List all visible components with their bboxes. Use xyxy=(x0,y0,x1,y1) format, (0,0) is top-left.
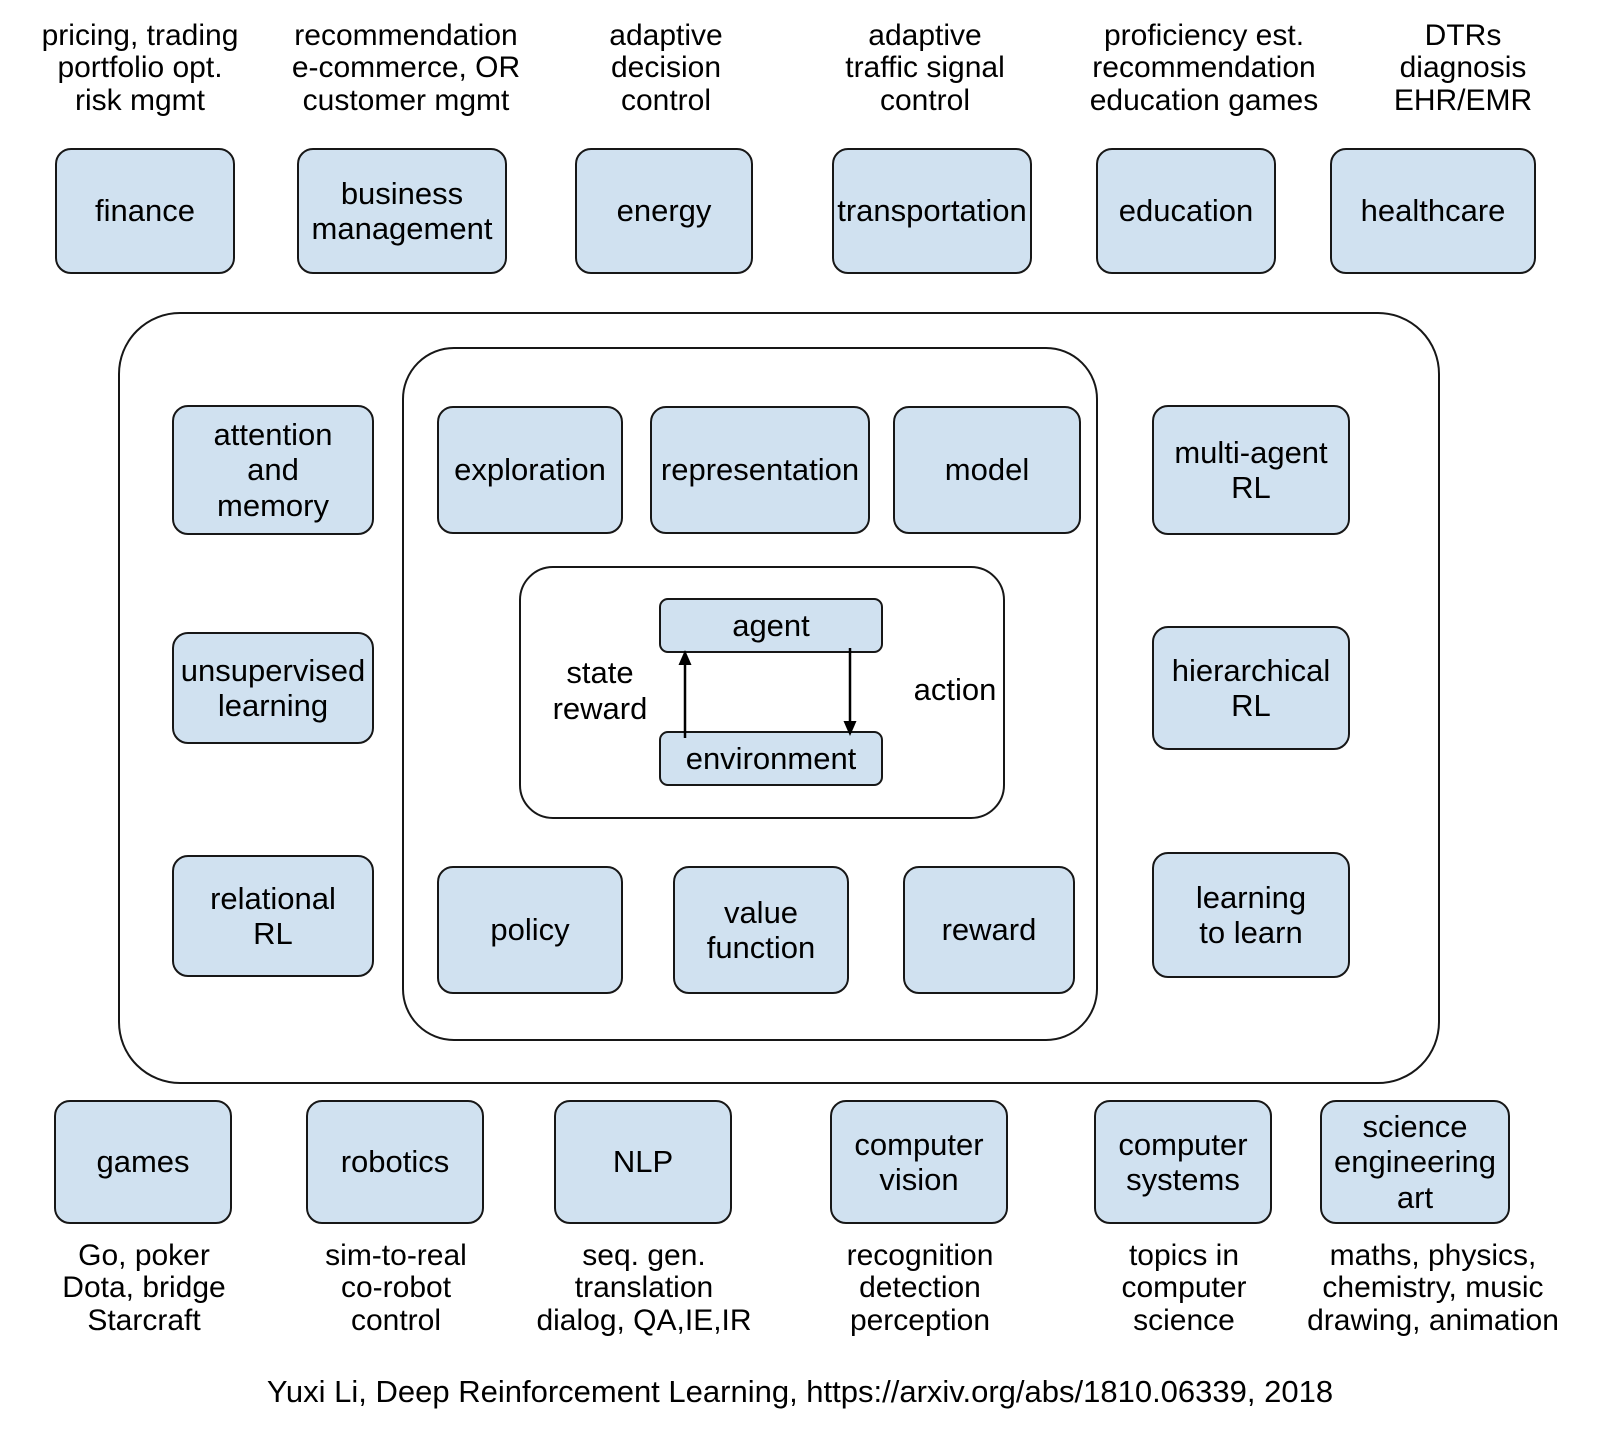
state-reward-arrow xyxy=(678,650,692,738)
environment-box[interactable]: environment xyxy=(659,731,883,786)
top-caption-finance: pricing, trading portfolio opt. risk mgm… xyxy=(41,19,239,117)
bottom-caption-games: Go, poker Dota, bridge Starcraft xyxy=(62,1239,226,1337)
action-label: action xyxy=(913,672,997,707)
topic-box-unsupervised-learning[interactable]: unsupervised learning xyxy=(172,632,374,744)
application-box-computer-systems[interactable]: computer systems xyxy=(1094,1100,1272,1224)
bottom-caption-computer-vision: recognition detection perception xyxy=(846,1239,994,1337)
topic-box-hierarchical-rl[interactable]: hierarchical RL xyxy=(1152,626,1350,750)
diagram-canvas: pricing, trading portfolio opt. risk mgm… xyxy=(0,0,1600,1450)
bottom-caption-nlp: seq. gen. translation dialog, QA,IE,IR xyxy=(536,1239,752,1337)
top-caption-business-management: recommendation e-commerce, OR customer m… xyxy=(291,19,521,117)
application-box-computer-vision[interactable]: computer vision xyxy=(830,1100,1008,1224)
top-caption-healthcare: DTRs diagnosis EHR/EMR xyxy=(1393,19,1533,117)
state-reward-label: state reward xyxy=(552,655,648,726)
application-box-nlp[interactable]: NLP xyxy=(554,1100,732,1224)
topic-box-learning-to-learn[interactable]: learning to learn xyxy=(1152,852,1350,978)
domain-box-finance[interactable]: finance xyxy=(55,148,235,274)
topic-box-reward[interactable]: reward xyxy=(903,866,1075,994)
topic-box-exploration[interactable]: exploration xyxy=(437,406,623,534)
bottom-caption-science-engineering-art: maths, physics, chemistry, music drawing… xyxy=(1307,1239,1559,1337)
topic-box-value-function[interactable]: value function xyxy=(673,866,849,994)
application-box-games[interactable]: games xyxy=(54,1100,232,1224)
domain-box-business-management[interactable]: business management xyxy=(297,148,507,274)
agent-box[interactable]: agent xyxy=(659,598,883,653)
topic-box-policy[interactable]: policy xyxy=(437,866,623,994)
domain-box-education[interactable]: education xyxy=(1096,148,1276,274)
domain-box-energy[interactable]: energy xyxy=(575,148,753,274)
top-caption-transportation: adaptive traffic signal control xyxy=(845,19,1005,117)
action-arrow xyxy=(843,648,857,736)
topic-box-relational-rl[interactable]: relational RL xyxy=(172,855,374,977)
top-caption-energy: adaptive decision control xyxy=(609,19,723,117)
domain-box-transportation[interactable]: transportation xyxy=(832,148,1032,274)
topic-box-attention-and-memory[interactable]: attention and memory xyxy=(172,405,374,535)
bottom-caption-computer-systems: topics in computer science xyxy=(1121,1239,1247,1337)
topic-box-model[interactable]: model xyxy=(893,406,1081,534)
bottom-caption-robotics: sim-to-real co-robot control xyxy=(325,1239,467,1337)
topic-box-multi-agent-rl[interactable]: multi-agent RL xyxy=(1152,405,1350,535)
top-caption-education: proficiency est. recommendation educatio… xyxy=(1089,19,1319,117)
citation-footnote: Yuxi Li, Deep Reinforcement Learning, ht… xyxy=(266,1374,1334,1409)
topic-box-representation[interactable]: representation xyxy=(650,406,870,534)
application-box-science-engineering-art[interactable]: science engineering art xyxy=(1320,1100,1510,1224)
application-box-robotics[interactable]: robotics xyxy=(306,1100,484,1224)
domain-box-healthcare[interactable]: healthcare xyxy=(1330,148,1536,274)
